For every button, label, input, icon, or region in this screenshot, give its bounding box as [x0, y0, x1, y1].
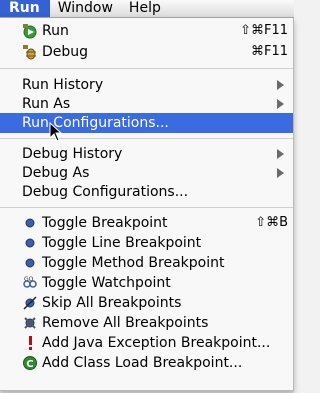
menu-item-label: Run As — [22, 96, 71, 112]
shortcut-label: ⌘F11 — [250, 44, 288, 59]
menu-item-label: Run — [42, 23, 69, 39]
menu-item-add-java-exception-breakpoint[interactable]: Add Java Exception Breakpoint... — [0, 333, 293, 353]
shortcut-label: ⇧⌘B — [255, 215, 288, 230]
menu-item-label: Debug History — [22, 146, 123, 162]
submenu-arrow-icon — [277, 99, 284, 109]
run-icon — [23, 24, 37, 39]
menu-item-toggle-breakpoint[interactable]: Toggle Breakpoint ⇧⌘B — [0, 213, 293, 233]
menu-item-label: Remove All Breakpoints — [42, 315, 209, 331]
menu-item-label: Toggle Watchpoint — [42, 275, 171, 291]
menu-item-label: Toggle Breakpoint — [42, 215, 168, 231]
menu-item-label: Debug — [42, 44, 89, 60]
menu-item-label: Toggle Method Breakpoint — [42, 255, 225, 271]
menu-item-label: Add Class Load Breakpoint... — [42, 355, 243, 371]
menu-item-label: Debug As — [22, 165, 90, 181]
line-breakpoint-icon — [25, 238, 35, 248]
menu-item-toggle-line-breakpoint[interactable]: Toggle Line Breakpoint — [0, 233, 293, 253]
run-menu: Run ⇧⌘F11 Debug ⌘F11 Run History Run As … — [0, 18, 294, 391]
submenu-arrow-icon — [277, 168, 284, 178]
submenu-arrow-icon — [277, 149, 284, 159]
menu-item-label: Run Configurations... — [22, 115, 169, 131]
menu-bar: Run Window Help — [0, 0, 294, 18]
menu-item-label: Toggle Line Breakpoint — [42, 235, 202, 251]
menubar-window[interactable]: Window — [50, 0, 121, 17]
skip-breakpoints-icon — [23, 296, 37, 310]
watchpoint-icon: GO — [23, 276, 37, 288]
menu-item-run-history[interactable]: Run History — [0, 75, 293, 95]
menu-item-label: Debug Configurations... — [22, 184, 189, 200]
breakpoint-icon — [25, 218, 35, 228]
svg-text:GO: GO — [24, 276, 34, 283]
menu-item-toggle-method-breakpoint[interactable]: Toggle Method Breakpoint — [0, 253, 293, 273]
menu-separator — [0, 207, 293, 208]
svg-text:C: C — [26, 359, 33, 370]
debug-icon — [23, 45, 36, 60]
exception-breakpoint-icon — [29, 336, 32, 350]
shortcut-label: ⇧⌘F11 — [240, 23, 288, 38]
menubar-run[interactable]: Run — [0, 0, 50, 17]
menu-item-run-as[interactable]: Run As — [0, 94, 293, 114]
menu-item-label: Run History — [22, 77, 104, 93]
menu-item-debug[interactable]: Debug ⌘F11 — [0, 42, 293, 62]
menu-item-debug-history[interactable]: Debug History — [0, 144, 293, 164]
menu-item-label: Add Java Exception Breakpoint... — [42, 335, 271, 351]
menu-item-remove-all-breakpoints[interactable]: Remove All Breakpoints — [0, 313, 293, 333]
mouse-pointer-icon — [49, 122, 63, 142]
submenu-arrow-icon — [277, 80, 284, 90]
remove-breakpoints-icon — [24, 317, 36, 329]
menu-item-skip-all-breakpoints[interactable]: Skip All Breakpoints — [0, 293, 293, 313]
menu-item-debug-as[interactable]: Debug As — [0, 163, 293, 183]
menu-item-run-configurations[interactable]: Run Configurations... — [0, 113, 293, 133]
menu-item-run[interactable]: Run ⇧⌘F11 — [0, 21, 293, 41]
menu-separator — [0, 68, 293, 69]
menu-item-add-class-load-breakpoint[interactable]: C Add Class Load Breakpoint... — [0, 353, 293, 373]
menu-item-toggle-watchpoint[interactable]: GO Toggle Watchpoint — [0, 273, 293, 293]
method-breakpoint-icon — [25, 258, 35, 268]
menubar-help[interactable]: Help — [121, 0, 169, 17]
menu-separator — [0, 138, 293, 139]
class-load-breakpoint-icon: C — [23, 356, 37, 370]
menu-item-label: Skip All Breakpoints — [42, 295, 182, 311]
menu-item-debug-configurations[interactable]: Debug Configurations... — [0, 182, 293, 202]
